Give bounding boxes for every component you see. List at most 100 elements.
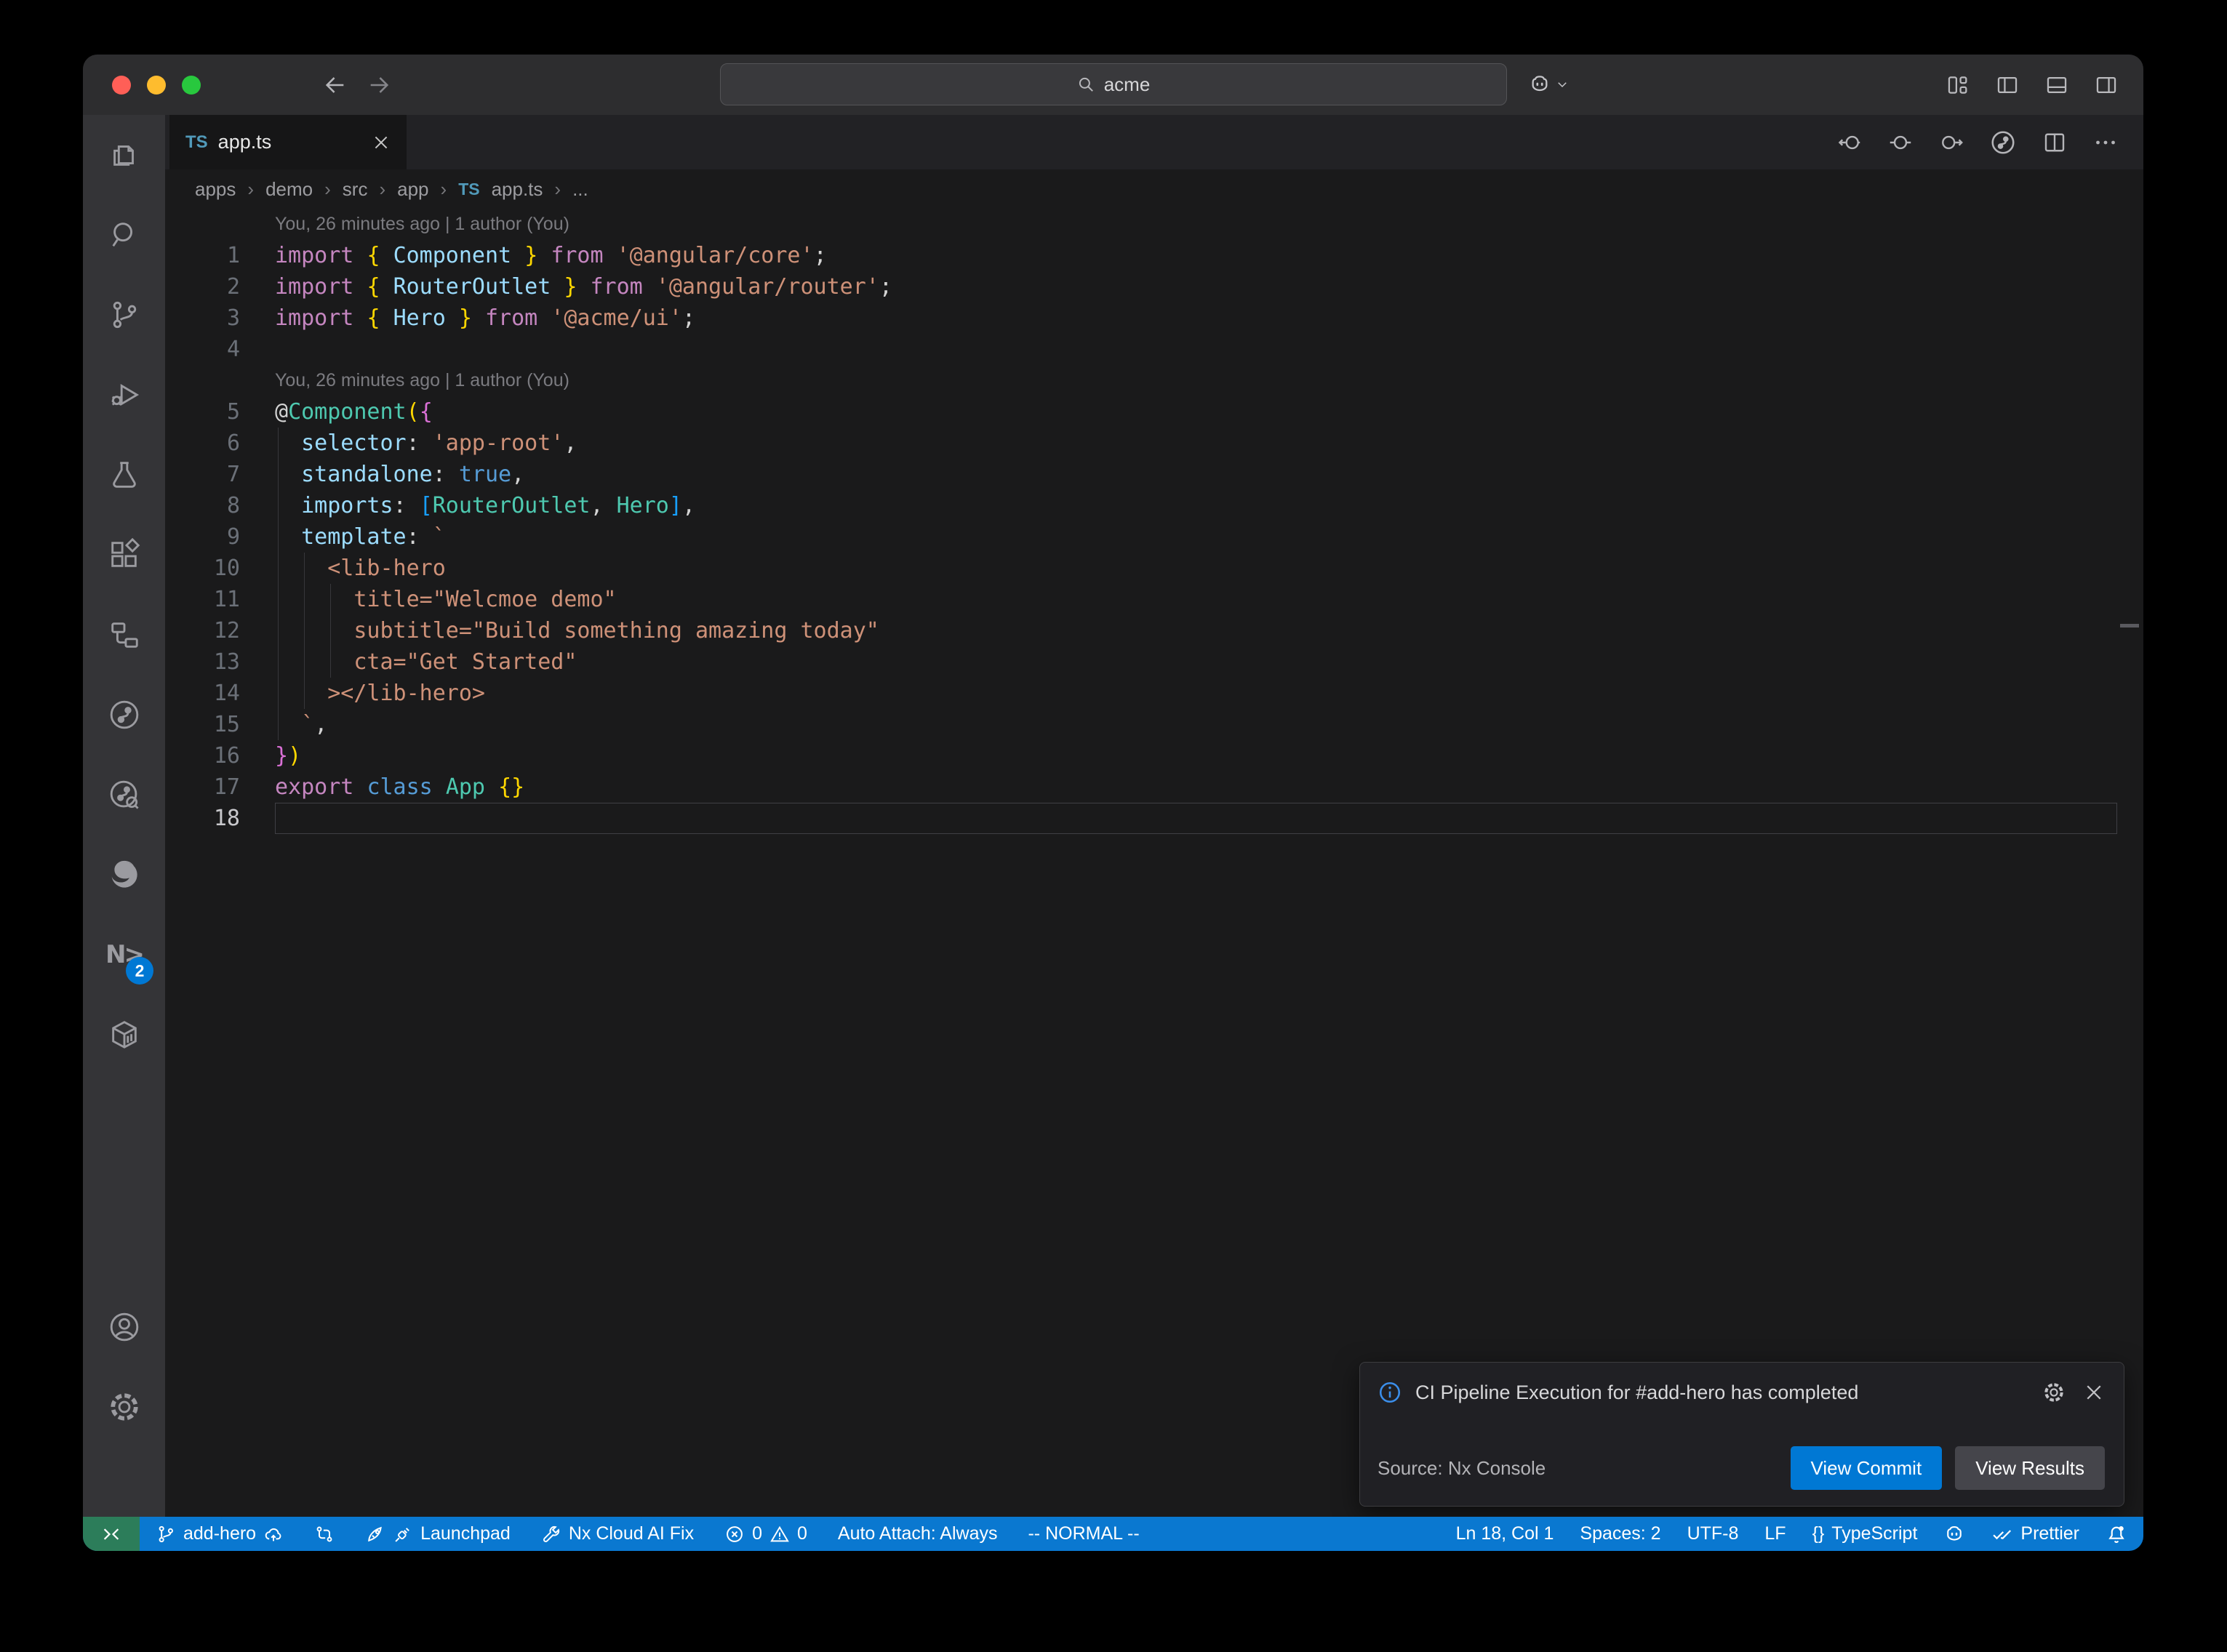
open-changes-icon[interactable] <box>1887 129 1914 156</box>
view-commit-button[interactable]: View Commit <box>1791 1446 1943 1490</box>
code-line[interactable]: 8 imports: [RouterOutlet, Hero], <box>165 490 2143 521</box>
breadcrumb-separator-icon: › <box>324 178 331 201</box>
nx-console-icon[interactable]: N> 2 <box>83 915 165 995</box>
line-number[interactable]: 10 <box>165 553 275 584</box>
navigate-back-icon[interactable] <box>323 73 348 97</box>
overview-ruler-mark <box>2120 624 2139 627</box>
nx-cloud-status-item[interactable]: Nx Cloud AI Fix <box>541 1523 694 1544</box>
graph-search-icon[interactable] <box>83 755 165 835</box>
branch-status-item[interactable]: add-hero <box>156 1523 284 1544</box>
view-results-button[interactable]: View Results <box>1955 1446 2105 1490</box>
breadcrumb-item[interactable]: apps <box>195 178 236 201</box>
settings-gear-icon[interactable] <box>83 1367 165 1447</box>
run-debug-icon[interactable] <box>83 355 165 435</box>
close-tab-icon[interactable] <box>372 133 391 152</box>
open-next-change-icon[interactable] <box>1938 129 1964 156</box>
auto-attach-status-item[interactable]: Auto Attach: Always <box>838 1523 998 1544</box>
line-number[interactable]: 1 <box>165 240 275 271</box>
code-line[interactable]: 1import { Component } from '@angular/cor… <box>165 240 2143 271</box>
breadcrumb-item[interactable]: src <box>343 178 368 201</box>
extensions-icon[interactable] <box>83 515 165 595</box>
copilot-menu[interactable] <box>1528 65 1569 104</box>
split-editor-icon[interactable] <box>2042 129 2068 156</box>
code-line[interactable]: 14 ></lib-hero> <box>165 678 2143 709</box>
code-line[interactable]: 9 template: ` <box>165 521 2143 553</box>
line-number[interactable]: 5 <box>165 396 275 428</box>
line-number[interactable]: 6 <box>165 428 275 459</box>
zoom-window-button[interactable] <box>182 76 201 95</box>
code-line[interactable]: 6 selector: 'app-root', <box>165 428 2143 459</box>
code-line[interactable]: 4 <box>165 334 2143 365</box>
account-icon[interactable] <box>83 1287 165 1367</box>
line-number[interactable]: 14 <box>165 678 275 709</box>
code-line[interactable]: 7 standalone: true, <box>165 459 2143 490</box>
command-center-search[interactable]: acme <box>720 63 1507 105</box>
line-number[interactable]: 11 <box>165 584 275 615</box>
cursor-position-status-item[interactable]: Ln 18, Col 1 <box>1456 1523 1554 1544</box>
tab-app-ts[interactable]: TS app.ts <box>169 115 407 169</box>
line-number[interactable]: 16 <box>165 740 275 771</box>
code-line[interactable]: 2import { RouterOutlet } from '@angular/… <box>165 271 2143 302</box>
navigate-forward-icon[interactable] <box>367 73 391 97</box>
line-number[interactable]: 18 <box>165 803 275 834</box>
line-number[interactable]: 4 <box>165 334 275 365</box>
line-number[interactable]: 2 <box>165 271 275 302</box>
toggle-primary-sidebar-icon[interactable] <box>1995 73 2020 97</box>
testing-icon[interactable] <box>83 435 165 515</box>
line-number[interactable]: 17 <box>165 771 275 803</box>
edge-browser-icon[interactable] <box>83 835 165 915</box>
indentation-status-item[interactable]: Spaces: 2 <box>1580 1523 1660 1544</box>
line-number[interactable]: 9 <box>165 521 275 553</box>
launchpad-status-item[interactable]: Launchpad <box>365 1523 511 1544</box>
remote-indicator[interactable] <box>83 1517 140 1551</box>
eol-status-item[interactable]: LF <box>1764 1523 1786 1544</box>
code-line[interactable]: 13 cta="Get Started" <box>165 646 2143 678</box>
encoding-status-item[interactable]: UTF-8 <box>1687 1523 1739 1544</box>
more-actions-icon[interactable] <box>2092 129 2119 156</box>
code-editor[interactable]: You, 26 minutes ago | 1 author (You)1imp… <box>165 209 2143 1517</box>
formatter-status-item[interactable]: Prettier <box>1991 1523 2079 1545</box>
problems-status-item[interactable]: 0 0 <box>724 1523 807 1544</box>
source-control-icon[interactable] <box>83 275 165 355</box>
code-line[interactable]: 3import { Hero } from '@acme/ui'; <box>165 302 2143 334</box>
code-line[interactable]: 16}) <box>165 740 2143 771</box>
code-line[interactable]: 10 <lib-hero <box>165 553 2143 584</box>
explorer-icon[interactable] <box>83 115 165 195</box>
breadcrumb-item[interactable]: ... <box>572 178 588 201</box>
breadcrumb-item[interactable]: demo <box>265 178 313 201</box>
git-compare-status-item[interactable] <box>314 1524 335 1544</box>
open-in-commit-graph-icon[interactable] <box>1989 129 2017 156</box>
breadcrumb-item[interactable]: app <box>397 178 428 201</box>
line-number[interactable]: 3 <box>165 302 275 334</box>
code-line-text: <lib-hero <box>275 553 446 584</box>
code-line[interactable]: 15 `, <box>165 709 2143 740</box>
line-number[interactable]: 7 <box>165 459 275 490</box>
warning-icon <box>769 1524 790 1544</box>
close-window-button[interactable] <box>112 76 131 95</box>
notification-settings-gear-icon[interactable] <box>2042 1381 2066 1404</box>
vim-mode-status-item[interactable]: -- NORMAL -- <box>1028 1523 1139 1544</box>
code-line[interactable]: 12 subtitle="Build something amazing tod… <box>165 615 2143 646</box>
minimize-window-button[interactable] <box>147 76 166 95</box>
code-line[interactable]: 17export class App {} <box>165 771 2143 803</box>
toggle-secondary-sidebar-icon[interactable] <box>2094 73 2119 97</box>
search-sidebar-icon[interactable] <box>83 195 165 275</box>
breadcrumb-item[interactable]: app.ts <box>492 178 543 201</box>
copilot-status-item[interactable] <box>1943 1523 1965 1545</box>
containers-icon[interactable] <box>83 995 165 1075</box>
line-number[interactable]: 8 <box>165 490 275 521</box>
customize-layout-icon[interactable] <box>1946 73 1970 97</box>
open-previous-change-icon[interactable] <box>1836 129 1863 156</box>
line-number[interactable]: 12 <box>165 615 275 646</box>
code-line[interactable]: 5@Component({ <box>165 396 2143 428</box>
commit-graph-icon[interactable] <box>83 675 165 755</box>
language-status-item[interactable]: {} TypeScript <box>1812 1523 1918 1544</box>
notifications-bell-icon[interactable] <box>2106 1523 2127 1545</box>
line-number[interactable]: 15 <box>165 709 275 740</box>
toggle-panel-icon[interactable] <box>2044 73 2069 97</box>
notification-close-icon[interactable] <box>2083 1382 2105 1403</box>
code-line[interactable]: 18 <box>165 803 2143 834</box>
code-line[interactable]: 11 title="Welcmoe demo" <box>165 584 2143 615</box>
project-hierarchy-icon[interactable] <box>83 595 165 675</box>
line-number[interactable]: 13 <box>165 646 275 678</box>
